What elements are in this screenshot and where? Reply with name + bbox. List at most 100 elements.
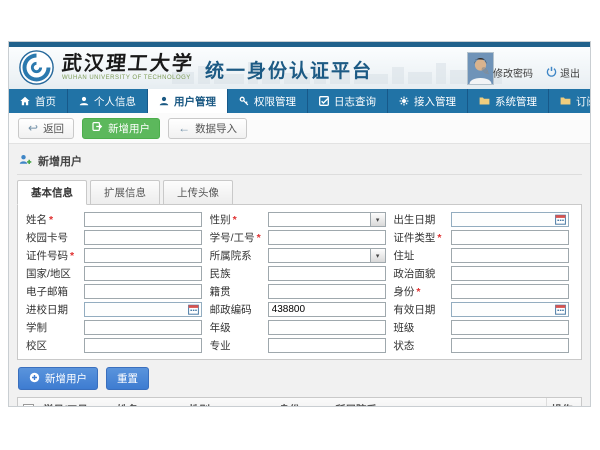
education-length-field-group: 学制	[24, 320, 208, 335]
native-place-label: 籍贯	[208, 284, 268, 299]
ethnicity-input[interactable]	[268, 266, 386, 281]
nav-item-home[interactable]: 首页	[9, 89, 68, 113]
column-header: 身份	[274, 398, 330, 407]
nav-item-subscription-management[interactable]: 订阅管理	[549, 89, 591, 113]
form-row: 电子邮箱 籍贯 身份*	[24, 284, 575, 299]
student-staff-id-input[interactable]	[268, 230, 386, 245]
calendar-icon[interactable]	[553, 214, 568, 225]
required-asterisk: *	[257, 232, 261, 244]
postal-code-input[interactable]	[268, 302, 386, 317]
data-import-button[interactable]: ← 数据导入	[168, 118, 247, 139]
id-number-input[interactable]	[84, 248, 202, 263]
identity-input[interactable]	[451, 284, 569, 299]
email-label: 电子邮箱	[24, 284, 84, 299]
class-input[interactable]	[451, 320, 569, 335]
user-results-table: 学号/工号姓名性别身份所属院系操作	[17, 397, 582, 407]
major-input[interactable]	[268, 338, 386, 353]
tab-basic-info[interactable]: 基本信息	[17, 180, 87, 205]
form-grid: 姓名*性别*▾出生日期校园卡号学号/工号*证件类型*证件号码*所属院系▾住址国家…	[24, 212, 575, 353]
folder-icon	[479, 96, 490, 106]
education-length-input[interactable]	[84, 320, 202, 335]
chevron-down-icon[interactable]: ▾	[370, 213, 385, 226]
department-select[interactable]: ▾	[268, 248, 386, 263]
class-label: 班级	[391, 320, 451, 335]
campus-input[interactable]	[84, 338, 202, 353]
department-label: 所属院系	[208, 248, 268, 263]
form-row: 学制年级 班级	[24, 320, 575, 335]
import-arrow-icon: ←	[178, 122, 190, 134]
tab-extended-info[interactable]: 扩展信息	[90, 180, 160, 205]
key-icon	[239, 96, 249, 106]
id-type-input[interactable]	[451, 230, 569, 245]
valid-date-label: 有效日期	[391, 302, 451, 317]
folder-icon	[560, 96, 571, 106]
postal-code-label: 邮政编码	[208, 302, 268, 317]
logout-label: 退出	[560, 65, 580, 80]
toolbar: ↩ 返回 新增用户 ← 数据导入	[9, 113, 590, 144]
power-icon	[546, 66, 557, 80]
political-status-input[interactable]	[451, 266, 569, 281]
political-status-label: 政治面貌	[391, 266, 451, 281]
form-row: 国家/地区民族 政治面貌	[24, 266, 575, 281]
app-window: 武汉理工大学 WUHAN UNIVERSITY OF TECHNOLOGY 统一…	[8, 41, 591, 407]
entry-date-input[interactable]	[85, 303, 186, 316]
column-header: 学号/工号	[38, 398, 112, 407]
select-all-checkbox[interactable]	[23, 404, 34, 407]
nav-item-permission-management[interactable]: 权限管理	[228, 89, 308, 113]
add-user-toolbar-button[interactable]: 新增用户	[82, 118, 160, 139]
data-import-label: 数据导入	[195, 121, 237, 136]
required-asterisk: *	[70, 250, 74, 262]
email-input[interactable]	[84, 284, 202, 299]
ethnicity-label: 民族	[208, 266, 268, 281]
native-place-input[interactable]	[268, 284, 386, 299]
back-button[interactable]: ↩ 返回	[18, 118, 74, 139]
nav-item-access-management[interactable]: 接入管理	[388, 89, 468, 113]
form-row: 进校日期邮政编码有效日期	[24, 302, 575, 317]
major-field-group: 专业	[208, 338, 392, 353]
grade-input[interactable]	[268, 320, 386, 335]
ethnicity-field-group: 民族	[208, 266, 392, 281]
change-password-link[interactable]: ✎ 修改密码	[481, 65, 533, 80]
required-asterisk: *	[416, 286, 420, 298]
nav-item-user-management[interactable]: 用户管理	[148, 89, 228, 113]
pencil-icon: ✎	[481, 67, 490, 78]
header: 武汉理工大学 WUHAN UNIVERSITY OF TECHNOLOGY 统一…	[9, 47, 590, 89]
grade-label: 年级	[208, 320, 268, 335]
chevron-down-icon[interactable]: ▾	[370, 249, 385, 262]
back-button-label: 返回	[43, 121, 64, 136]
nav-item-system-management[interactable]: 系统管理	[468, 89, 549, 113]
tab-upload-avatar[interactable]: 上传头像	[163, 180, 233, 205]
nav-item-label: 个人信息	[94, 94, 136, 109]
birth-date-input[interactable]	[452, 213, 553, 226]
address-input[interactable]	[451, 248, 569, 263]
calendar-icon[interactable]	[186, 304, 201, 315]
add-user-submit-button[interactable]: 新增用户	[18, 367, 98, 390]
identity-label: 身份*	[391, 284, 451, 299]
name-input[interactable]	[84, 212, 202, 227]
log-icon	[319, 96, 329, 106]
main-nav: 首页 个人信息用户管理权限管理 日志查询接入管理系统管理订阅管理	[9, 89, 590, 113]
nav-item-label: 日志查询	[334, 94, 376, 109]
nav-item-log-query[interactable]: 日志查询	[308, 89, 388, 113]
reset-button[interactable]: 重置	[106, 367, 149, 390]
student-staff-id-field-group: 学号/工号*	[208, 230, 392, 245]
calendar-icon[interactable]	[553, 304, 568, 315]
add-user-submit-label: 新增用户	[45, 371, 87, 386]
country-region-input[interactable]	[84, 266, 202, 281]
gender-select[interactable]: ▾	[268, 212, 386, 227]
university-name: 武汉理工大学	[61, 52, 195, 74]
logout-link[interactable]: 退出	[546, 65, 580, 80]
gear-icon	[399, 96, 409, 106]
nav-item-label: 首页	[35, 94, 56, 109]
status-field-group: 状态	[391, 338, 575, 353]
birth-date-datepicker	[451, 212, 569, 227]
campus-card-number-input[interactable]	[84, 230, 202, 245]
required-asterisk: *	[233, 214, 237, 226]
section-title-label: 新增用户	[38, 153, 82, 169]
valid-date-input[interactable]	[452, 303, 553, 316]
nav-item-personal-info[interactable]: 个人信息	[68, 89, 148, 113]
name-field-group: 姓名*	[24, 212, 208, 227]
gender-select-value	[269, 213, 370, 226]
status-input[interactable]	[451, 338, 569, 353]
country-region-field-group: 国家/地区	[24, 266, 208, 281]
